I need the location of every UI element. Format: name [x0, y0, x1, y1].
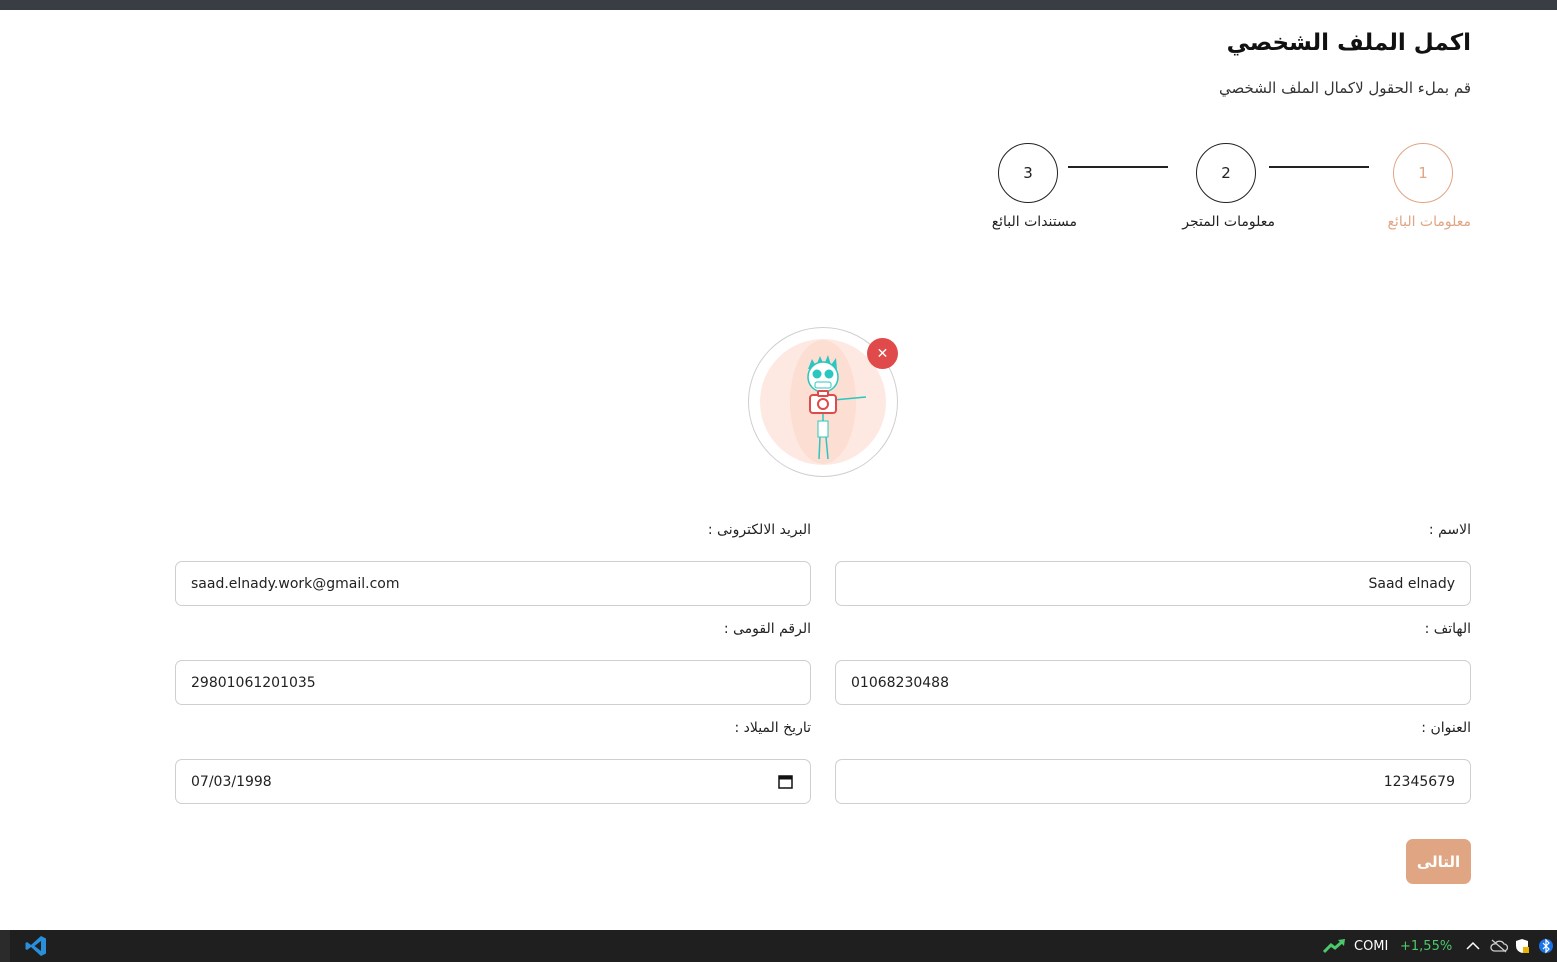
email-value: saad.elnady.work@gmail.com: [191, 575, 400, 592]
chevron-up-icon[interactable]: [1466, 930, 1480, 962]
national-id-label: الرقم القومى :: [723, 621, 811, 637]
stock-trend-icon[interactable]: [1323, 930, 1347, 962]
step-2-number: 2: [1221, 164, 1231, 182]
address-value: 12345679: [1383, 773, 1455, 790]
step-connector-1-2: [1269, 166, 1369, 168]
next-button[interactable]: التالى: [1406, 839, 1471, 884]
taskbar-left-edge: [0, 930, 10, 962]
phone-input[interactable]: 01068230488: [835, 660, 1471, 705]
address-label: العنوان :: [1421, 720, 1471, 736]
email-input[interactable]: saad.elnady.work@gmail.com: [175, 561, 811, 606]
step-3-number: 3: [1023, 164, 1033, 182]
step-2-circle[interactable]: 2: [1196, 143, 1256, 203]
calendar-icon[interactable]: [778, 774, 793, 789]
camera-icon: [809, 390, 837, 414]
address-input[interactable]: 12345679: [835, 759, 1471, 804]
step-1-circle[interactable]: 1: [1393, 143, 1453, 203]
step-2-label: معلومات المتجر: [1182, 214, 1275, 230]
step-connector-2-3: [1068, 166, 1168, 168]
security-shield-icon[interactable]: [1514, 930, 1530, 962]
national-id-value: 29801061201035: [191, 674, 316, 691]
birthdate-label: تاريخ الميلاد :: [734, 720, 811, 736]
name-label: الاسم :: [1428, 522, 1471, 538]
close-icon: ✕: [876, 345, 889, 362]
step-1-number: 1: [1418, 164, 1428, 182]
name-value: Saad elnady: [1368, 575, 1455, 592]
name-input[interactable]: Saad elnady: [835, 561, 1471, 606]
step-3-circle[interactable]: 3: [998, 143, 1058, 203]
national-id-input[interactable]: 29801061201035: [175, 660, 811, 705]
browser-top-strip: [0, 0, 1557, 10]
stock-change: +1,55%: [1400, 938, 1453, 954]
taskbar: COMI +1,55%: [0, 930, 1557, 962]
page-title: اكمل الملف الشخصي: [1226, 30, 1471, 56]
birthdate-value: 07/03/1998: [191, 773, 272, 790]
stock-symbol[interactable]: COMI: [1354, 930, 1388, 962]
remove-avatar-button[interactable]: ✕: [867, 338, 898, 369]
email-label: البريد الالكترونى :: [707, 522, 811, 538]
step-3-label: مستندات البائع: [991, 214, 1077, 230]
bluetooth-icon[interactable]: [1539, 930, 1553, 962]
cloud-icon[interactable]: [1490, 930, 1508, 962]
phone-value: 01068230488: [851, 674, 949, 691]
vscode-icon[interactable]: [22, 930, 50, 962]
page-subtitle: قم بملء الحقول لاكمال الملف الشخصي: [1219, 79, 1471, 97]
birthdate-input[interactable]: 07/03/1998: [175, 759, 811, 804]
step-1-label: معلومات البائع: [1387, 214, 1471, 230]
phone-label: الهاتف :: [1424, 621, 1471, 637]
